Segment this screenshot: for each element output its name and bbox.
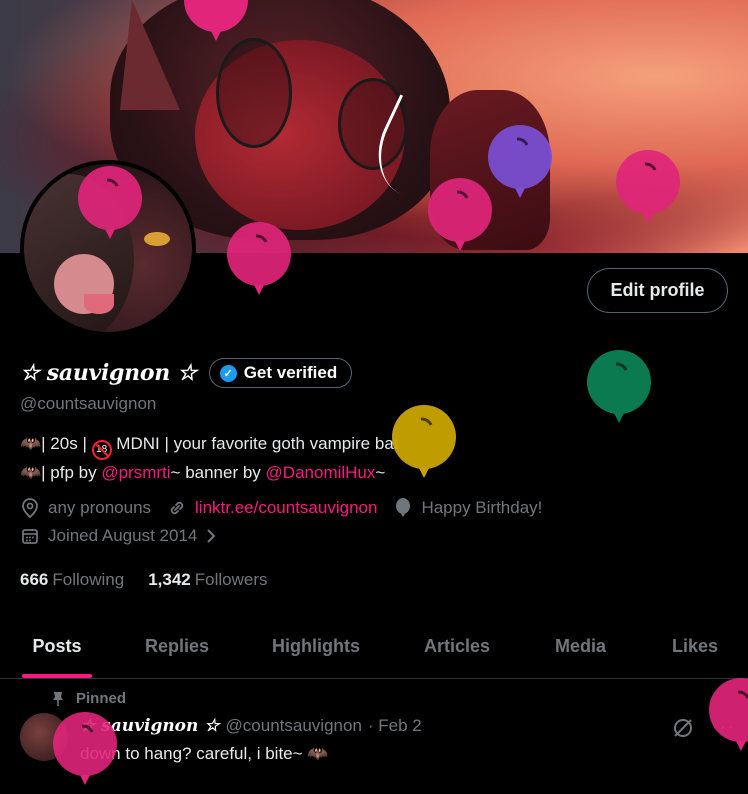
tab-replies[interactable]: Replies <box>145 620 209 672</box>
tab-highlights[interactable]: Highlights <box>272 620 360 672</box>
pinned-label: Pinned <box>76 690 127 707</box>
profile-bio: 🦇| 20s | 18 MDNI | your favorite goth va… <box>20 431 399 485</box>
website-item[interactable]: linktr.ee/countsauvignon <box>167 498 377 518</box>
followers-label: Followers <box>194 570 268 589</box>
following-link[interactable]: 666 Following <box>20 570 124 590</box>
tab-label: Likes <box>672 635 719 656</box>
balloon-icon <box>53 712 117 785</box>
tab-posts[interactable]: Posts <box>22 620 92 678</box>
balloon-icon <box>78 166 142 239</box>
joined-item[interactable]: Joined August 2014 <box>20 526 229 546</box>
follow-counts: 666 Following 1,342 Followers <box>20 570 267 590</box>
tweet-header: ☆ sauvignon ☆ @countsauvignon · Feb 2 <box>80 716 422 736</box>
tab-label: Articles <box>424 635 491 656</box>
followers-link[interactable]: 1,342 Followers <box>148 570 267 590</box>
tweet-author-handle[interactable]: @countsauvignon <box>226 716 362 736</box>
balloon-icon <box>709 678 748 751</box>
calendar-icon <box>20 526 40 546</box>
get-verified-label: Get verified <box>243 363 338 382</box>
joined-row: Joined August 2014 <box>20 526 245 546</box>
following-count: 666 <box>20 570 49 589</box>
tab-media[interactable]: Media <box>555 620 606 672</box>
website-link[interactable]: linktr.ee/countsauvignon <box>195 498 377 518</box>
birthday-item: Happy Birthday! <box>393 498 542 518</box>
tab-label: Replies <box>145 635 210 656</box>
avatar-art-eye <box>144 232 170 246</box>
name-row: ☆ sauvignon ☆ ✓ Get verified <box>20 358 353 388</box>
pin-icon <box>52 691 64 707</box>
bio-text: ~ <box>375 463 386 482</box>
link-icon <box>167 498 187 518</box>
grok-icon[interactable] <box>672 717 694 739</box>
balloon-icon <box>587 350 651 423</box>
pronouns-text: any pronouns <box>48 498 152 517</box>
banner-art-glasses <box>216 38 292 148</box>
edit-profile-button[interactable]: Edit profile <box>587 268 728 313</box>
bio-text: 🦇| pfp by <box>20 463 102 482</box>
chevron-right-icon <box>201 526 221 546</box>
bio-text: ~ banner by <box>170 463 266 482</box>
profile-handle: @countsauvignon <box>20 394 157 413</box>
tab-label: Highlights <box>272 635 360 656</box>
pronouns-item: any pronouns <box>20 498 151 518</box>
profile-tabs: Posts Replies Highlights Articles Media … <box>0 620 748 679</box>
location-icon <box>20 498 40 518</box>
tab-label: Media <box>555 635 607 656</box>
tweet-date[interactable]: · Feb 2 <box>368 716 422 736</box>
balloon-icon <box>393 498 413 518</box>
get-verified-button[interactable]: ✓ Get verified <box>208 358 353 388</box>
tab-likes[interactable]: Likes <box>672 620 718 672</box>
tab-label: Posts <box>32 635 82 656</box>
avatar-art-tongue <box>84 294 114 314</box>
pinned-indicator: Pinned <box>52 690 126 707</box>
active-tab-indicator <box>22 674 92 678</box>
display-name: ☆ sauvignon ☆ <box>20 360 197 386</box>
balloon-icon <box>184 0 248 41</box>
balloon-icon <box>616 150 680 223</box>
balloon-icon <box>488 125 552 198</box>
bio-text: 🦇| 20s | <box>20 434 92 453</box>
followers-count: 1,342 <box>148 570 191 589</box>
birthday-text: Happy Birthday! <box>421 498 543 517</box>
tab-articles[interactable]: Articles <box>424 620 490 672</box>
verified-check-icon: ✓ <box>219 364 237 382</box>
age-restriction-icon: 18 <box>91 440 112 460</box>
joined-text: Joined August 2014 <box>48 526 198 545</box>
balloon-icon <box>428 178 492 251</box>
balloon-icon <box>392 405 456 478</box>
profile-meta: any pronouns linktr.ee/countsauvignon Ha… <box>20 498 558 518</box>
bio-mention-link[interactable]: @DanomilHux <box>266 463 376 482</box>
bio-mention-link[interactable]: @prsmrti <box>101 463 170 482</box>
bio-text: MDNI | your favorite goth vampire bat <box>111 434 399 453</box>
following-label: Following <box>52 570 125 589</box>
balloon-icon <box>227 222 291 295</box>
